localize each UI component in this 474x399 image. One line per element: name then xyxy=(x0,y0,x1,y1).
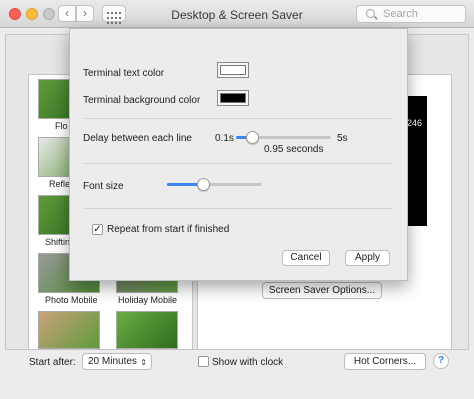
search-field[interactable]: Search xyxy=(356,5,466,23)
background-color-well[interactable] xyxy=(217,90,249,106)
delay-slider-knob[interactable] xyxy=(246,131,260,144)
delay-label: Delay between each line xyxy=(83,133,192,144)
divider xyxy=(84,208,392,209)
screen-saver-options-button[interactable]: Screen Saver Options... xyxy=(262,282,382,299)
checkmark-icon: ✓ xyxy=(93,224,102,235)
show-with-clock-checkbox[interactable] xyxy=(198,356,209,367)
repeat-checkbox[interactable]: ✓ xyxy=(92,224,103,235)
saver-label: Refle xyxy=(49,179,71,189)
delay-value: 0.95 seconds xyxy=(264,144,324,155)
text-color-label: Terminal text color xyxy=(83,68,165,79)
font-size-slider-knob[interactable] xyxy=(197,178,211,191)
saver-label: Holiday Mobile xyxy=(118,295,178,305)
options-sheet: Terminal text color Terminal background … xyxy=(69,28,408,281)
bottom-bar: Start after: 20 Minutes ⇕ Show with cloc… xyxy=(0,350,474,399)
search-icon xyxy=(366,9,375,18)
hot-corners-button[interactable]: Hot Corners... xyxy=(344,353,426,370)
saver-thumbnail[interactable] xyxy=(116,311,178,349)
start-after-value: 20 Minutes xyxy=(88,356,137,367)
saver-label: Shiftin xyxy=(45,237,71,247)
background-color-swatch xyxy=(220,93,246,103)
start-after-select[interactable]: 20 Minutes ⇕ xyxy=(82,353,152,370)
delay-min-label: 0.1s xyxy=(215,133,234,144)
help-button[interactable]: ? xyxy=(433,353,449,369)
font-size-slider[interactable] xyxy=(167,178,262,192)
preview-text: 246 xyxy=(407,118,423,128)
text-color-swatch xyxy=(220,65,246,75)
saver-label: Photo Mobile xyxy=(45,295,98,305)
search-placeholder: Search xyxy=(383,8,418,20)
divider xyxy=(84,118,392,119)
font-size-label: Font size xyxy=(83,181,124,192)
background-color-label: Terminal background color xyxy=(83,95,201,106)
delay-slider[interactable] xyxy=(236,131,331,145)
apply-button[interactable]: Apply xyxy=(345,250,390,266)
updown-chevron-icon: ⇕ xyxy=(140,358,147,367)
text-color-well[interactable] xyxy=(217,62,249,78)
title-bar: ‹ › Desktop & Screen Saver Search xyxy=(0,0,474,28)
delay-max-label: 5s xyxy=(337,133,348,144)
preferences-window: ‹ › Desktop & Screen Saver Search Flo Re… xyxy=(0,0,474,399)
divider xyxy=(84,163,392,164)
saver-thumbnail[interactable] xyxy=(38,311,100,349)
saver-label: Flo xyxy=(55,121,68,131)
show-with-clock-label: Show with clock xyxy=(212,357,284,368)
cancel-button[interactable]: Cancel xyxy=(282,250,330,266)
start-after-label: Start after: xyxy=(29,357,76,368)
repeat-label: Repeat from start if finished xyxy=(107,224,230,235)
